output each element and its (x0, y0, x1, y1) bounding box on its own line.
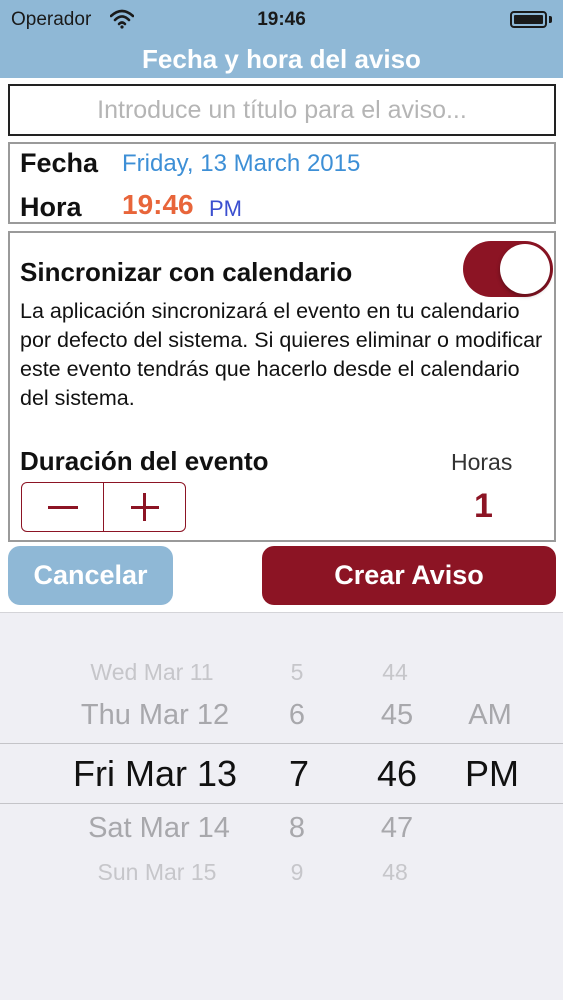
picker-date-option[interactable]: Thu Mar 12 (81, 699, 229, 732)
battery-icon (510, 11, 547, 28)
picker-date-option[interactable]: Sat Mar 14 (88, 812, 230, 845)
picker-minute-option[interactable]: 44 (382, 659, 408, 686)
duration-label: Duración del evento (20, 446, 269, 476)
picker-minute-option[interactable]: 47 (381, 812, 413, 845)
hours-value: 1 (474, 487, 493, 525)
picker-selection-bottom-line (0, 803, 563, 804)
picker-hour-option[interactable]: 9 (291, 859, 304, 886)
date-label: Fecha (20, 148, 99, 178)
battery-tip (549, 16, 552, 23)
picker-hour-option[interactable]: 5 (291, 659, 304, 686)
hours-label: Horas (451, 449, 513, 475)
picker-hour-selected[interactable]: 7 (289, 753, 309, 795)
sync-description: La aplicación sincronizará el evento en … (20, 299, 543, 410)
picker-date-option[interactable]: Wed Mar 11 (90, 659, 213, 686)
status-time: 19:46 (257, 9, 306, 30)
time-ampm: PM (209, 196, 242, 221)
create-alert-button[interactable]: Crear Aviso (262, 546, 556, 605)
duration-stepper (21, 482, 186, 532)
sync-panel: Sincronizar con calendario La aplicación… (8, 231, 556, 542)
picker-date-selected[interactable]: Fri Mar 13 (73, 753, 237, 795)
status-bar: Operador 19:46 (0, 0, 563, 40)
decrement-button[interactable] (22, 483, 103, 531)
picker-ampm-option[interactable]: AM (468, 699, 512, 732)
picker-hour-option[interactable]: 8 (289, 812, 305, 845)
picker-minute-option[interactable]: 45 (381, 699, 413, 732)
page-title: Fecha y hora del aviso (142, 44, 421, 74)
picker-selection-top-line (0, 743, 563, 744)
sync-toggle[interactable] (463, 241, 553, 297)
picker-date-option[interactable]: Sun Mar 15 (98, 859, 217, 886)
header: Operador 19:46 Fecha y hora del aviso (0, 0, 563, 78)
picker-hour-option[interactable]: 6 (289, 699, 305, 732)
time-value[interactable]: 19:46 (122, 189, 194, 221)
toggle-knob (500, 244, 550, 294)
datetime-panel: Fecha Friday, 13 March 2015 Hora 19:46 P… (8, 142, 556, 224)
title-input[interactable] (8, 84, 556, 136)
date-value[interactable]: Friday, 13 March 2015 (122, 150, 360, 178)
picker-ampm-selected[interactable]: PM (465, 753, 519, 795)
cancel-button[interactable]: Cancelar (8, 546, 173, 605)
picker-minute-selected[interactable]: 46 (377, 753, 417, 795)
plus-icon (130, 493, 159, 521)
date-time-picker[interactable]: Wed Mar 11 Thu Mar 12 Fri Mar 13 Sat Mar… (0, 612, 563, 1000)
time-label: Hora (20, 192, 82, 222)
increment-button[interactable] (103, 483, 185, 531)
picker-minute-option[interactable]: 48 (382, 859, 408, 886)
minus-icon (47, 505, 78, 509)
sync-title: Sincronizar con calendario (20, 257, 353, 287)
